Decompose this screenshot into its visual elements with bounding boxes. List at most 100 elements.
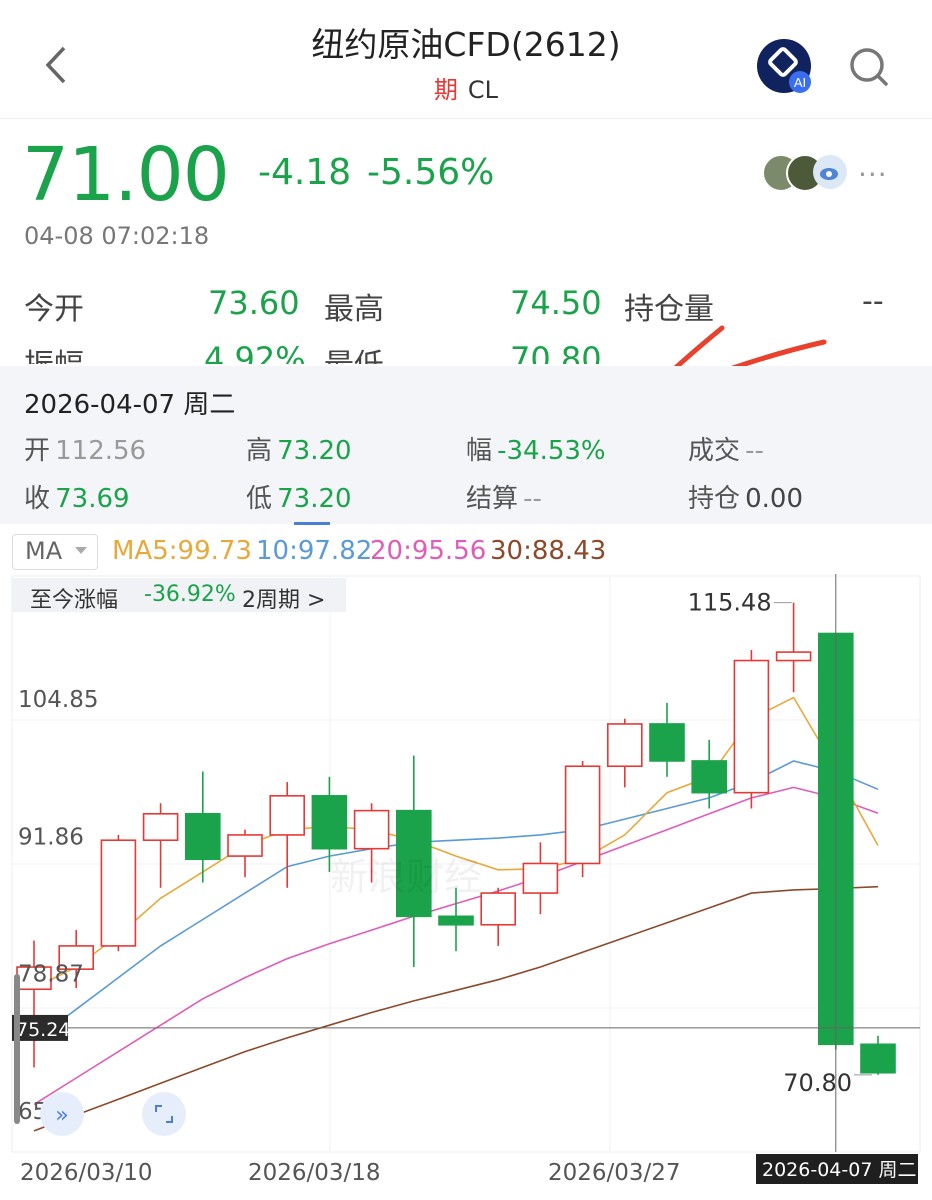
ma5-label: MA5:99.73 bbox=[112, 536, 252, 566]
candle-detail-panel: 2026-04-07 周二 开 112.56 高 73.20 幅 -34.53%… bbox=[0, 366, 932, 524]
detail-open-value: 112.56 bbox=[55, 436, 147, 466]
candle-body bbox=[480, 892, 517, 926]
ma-selector-label: MA bbox=[25, 537, 63, 565]
kline-chart[interactable]: 104.8591.8678.8765.882026/03/102026/03/1… bbox=[0, 574, 932, 1200]
candle-body bbox=[353, 809, 390, 850]
stat-high-label: 最高 bbox=[324, 292, 384, 327]
ma10-label: 10:97.82 bbox=[256, 536, 373, 566]
candle-body bbox=[691, 760, 728, 794]
candle-body bbox=[227, 834, 263, 857]
detail-high-value: 73.20 bbox=[277, 436, 352, 466]
candle-body bbox=[522, 862, 559, 894]
detail-oi-value: 0.00 bbox=[745, 484, 803, 514]
stat-low-label: 最低 bbox=[324, 340, 384, 364]
price-change: -4.18 bbox=[258, 152, 352, 193]
quote-time: 04-08 07:02:18 bbox=[24, 222, 210, 250]
y-tick-label: 78.87 bbox=[18, 962, 84, 988]
weibo-icon bbox=[813, 155, 847, 189]
watermark: 新浪财经 bbox=[330, 855, 482, 899]
scroll-handle bbox=[14, 974, 20, 1124]
price-change-percent: -5.56% bbox=[367, 152, 495, 193]
more-options-icon[interactable]: ··· bbox=[858, 158, 888, 191]
detail-low-label: 低 bbox=[246, 484, 273, 514]
symbol-code: CL bbox=[467, 76, 499, 104]
detail-volume-label: 成交 bbox=[688, 436, 741, 466]
candle bbox=[185, 771, 221, 883]
x-tick-label: 2026/03/10 bbox=[20, 1160, 153, 1186]
candle bbox=[775, 602, 812, 693]
detail-close-value: 73.69 bbox=[55, 484, 130, 514]
ai-assistant-icon[interactable]: AI bbox=[756, 38, 812, 94]
last-price: 71.00 bbox=[22, 132, 230, 218]
x-tick-label: 2026/03/18 bbox=[248, 1160, 381, 1186]
stat-low-value: 70.80 bbox=[510, 340, 602, 364]
candle bbox=[522, 842, 559, 915]
ma20-label: 20:95.56 bbox=[370, 536, 487, 566]
period-count: 2周期 > bbox=[242, 588, 326, 613]
candle-body bbox=[649, 723, 685, 762]
candle-body bbox=[100, 839, 137, 947]
futures-tag: 期 bbox=[433, 76, 458, 104]
min-price-label: 70.80 bbox=[783, 1069, 852, 1097]
candle-body bbox=[269, 795, 306, 836]
candle-body bbox=[775, 651, 812, 662]
detail-amp-label: 幅 bbox=[466, 436, 493, 466]
candle bbox=[269, 782, 306, 888]
candle-body bbox=[142, 812, 179, 842]
period-change-box[interactable]: 至今涨幅 -36.92% 2周期 > bbox=[12, 578, 346, 613]
candle-body bbox=[606, 723, 643, 768]
search-icon[interactable] bbox=[846, 44, 892, 90]
detail-date: 2026-04-07 周二 bbox=[24, 390, 236, 420]
candle-body bbox=[564, 765, 601, 865]
candle-body bbox=[185, 812, 221, 861]
detail-settle-value: -- bbox=[523, 484, 542, 514]
candle bbox=[691, 739, 728, 809]
candle bbox=[564, 760, 601, 878]
stat-amplitude-label: 振幅 bbox=[24, 340, 84, 364]
stat-open-value: 73.60 bbox=[208, 284, 300, 322]
candle bbox=[733, 649, 770, 809]
detail-amp-value: -34.53% bbox=[497, 436, 606, 466]
svg-text:AI: AI bbox=[794, 75, 806, 90]
detail-settle-label: 结算 bbox=[466, 484, 519, 514]
community-avatars[interactable] bbox=[762, 152, 852, 192]
detail-open-label: 开 bbox=[24, 436, 51, 466]
top-bar: 纽约原油CFD(2612) 期 CL AI bbox=[0, 0, 932, 119]
detail-oi-label: 持仓 bbox=[688, 484, 741, 514]
candle bbox=[142, 803, 179, 888]
fullscreen-icon bbox=[142, 1092, 186, 1136]
stat-high-value: 74.50 bbox=[510, 284, 602, 322]
period-change-label: 至今涨幅 bbox=[30, 588, 119, 613]
max-price-label: 115.48 bbox=[688, 589, 772, 617]
tab-indicator bbox=[294, 522, 330, 525]
candle bbox=[860, 1035, 896, 1075]
candle bbox=[649, 702, 685, 777]
candle bbox=[100, 834, 137, 952]
ma30-label: 30:88.43 bbox=[490, 536, 607, 566]
candle-body bbox=[438, 915, 474, 926]
stat-oi-value: -- bbox=[862, 284, 884, 319]
detail-close-label: 收 bbox=[24, 484, 51, 514]
detail-low-value: 73.20 bbox=[277, 484, 352, 514]
candle-body bbox=[733, 659, 770, 794]
x-tick-label: 2026/03/27 bbox=[548, 1160, 681, 1186]
y-tick-label: 104.85 bbox=[18, 687, 98, 713]
stat-open-label: 今开 bbox=[24, 292, 84, 327]
ma-selector[interactable]: MA bbox=[12, 534, 98, 570]
candle-body bbox=[860, 1043, 896, 1074]
crosshair-y-label: 75.24 bbox=[16, 1019, 70, 1041]
stat-amplitude-value: 4.92% bbox=[204, 340, 306, 364]
fast-forward-glyph: » bbox=[55, 1103, 68, 1128]
candle-body bbox=[311, 795, 348, 850]
detail-volume-value: -- bbox=[745, 436, 764, 466]
crosshair-x-label: 2026-04-07 周二 bbox=[762, 1159, 916, 1181]
detail-high-label: 高 bbox=[246, 436, 273, 466]
ma-legend: MA MA5:99.73 10:97.82 20:95.56 30:88.43 bbox=[0, 530, 932, 574]
period-change-value: -36.92% bbox=[144, 582, 236, 607]
candle bbox=[16, 940, 52, 1068]
candle bbox=[606, 718, 643, 788]
dropdown-icon bbox=[75, 547, 87, 554]
candle bbox=[227, 829, 263, 878]
candles bbox=[16, 602, 896, 1075]
candle bbox=[480, 887, 517, 946]
